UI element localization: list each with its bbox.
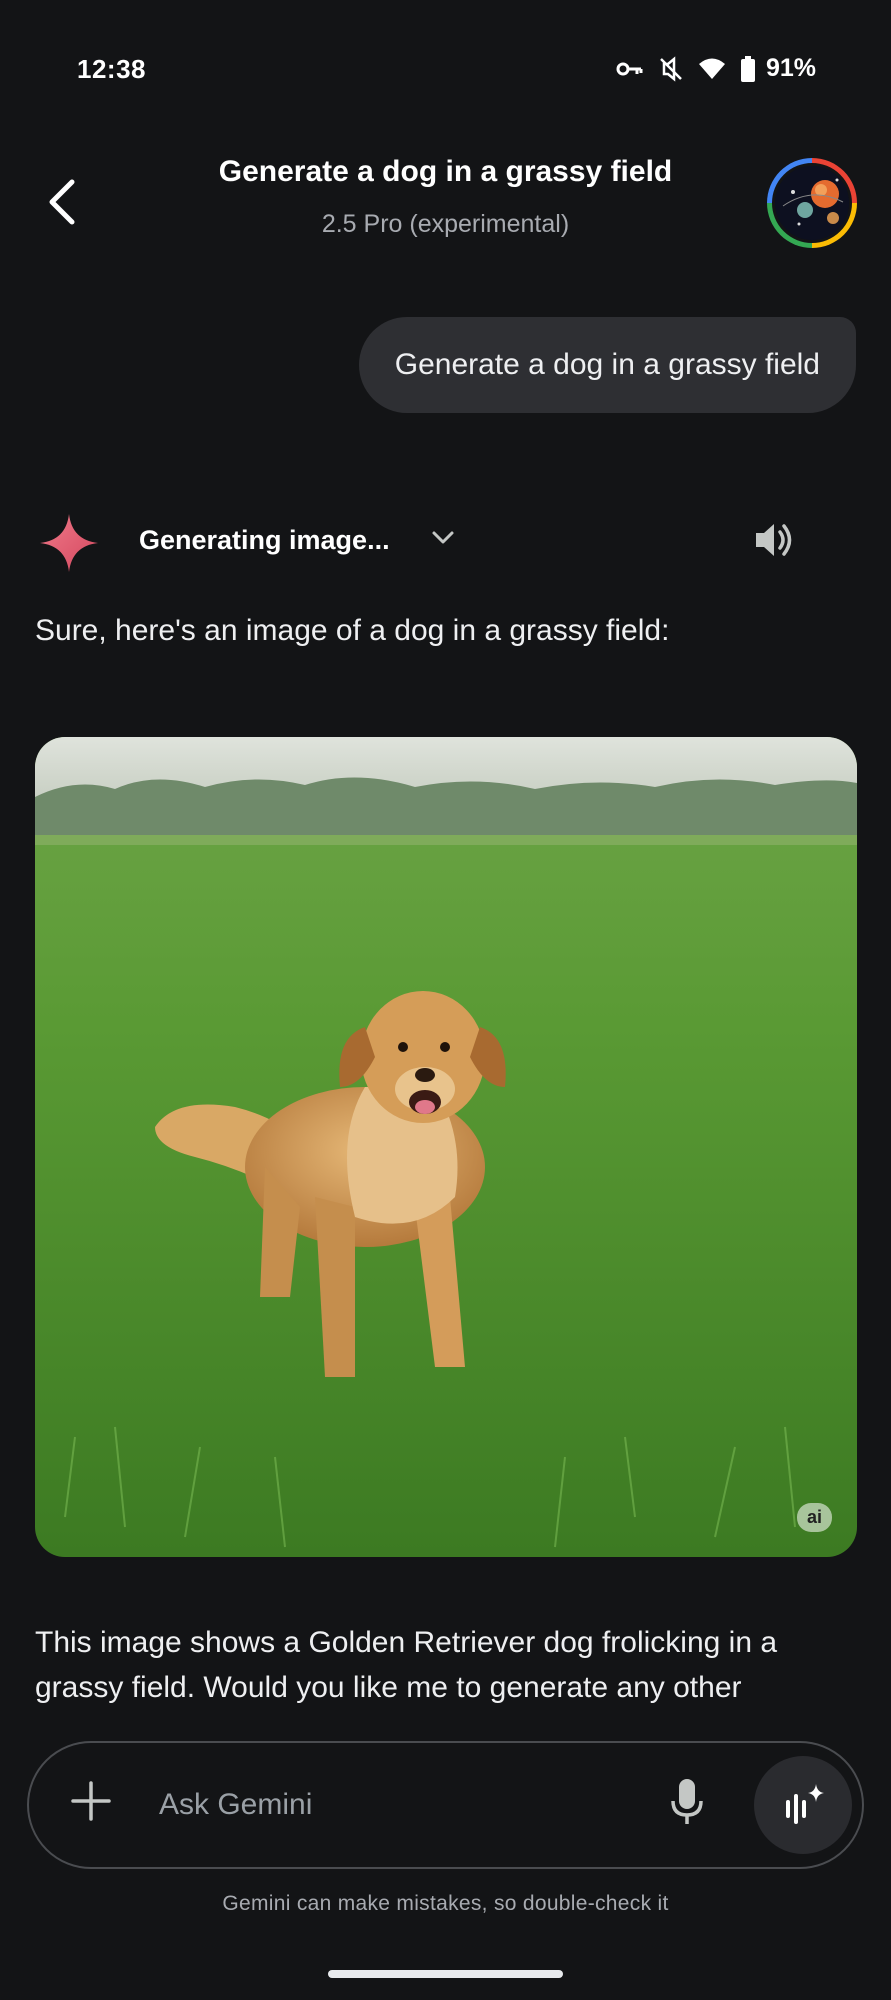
live-waveform-icon [786, 1784, 824, 1824]
mute-icon [660, 55, 682, 82]
back-button[interactable] [36, 170, 88, 234]
microphone-icon[interactable] [669, 1777, 705, 1827]
status-time: 12:38 [77, 54, 146, 84]
conversation-title: Generate a dog in a grassy field [218, 155, 673, 188]
battery-icon [740, 55, 755, 82]
ask-gemini-input[interactable] [157, 1773, 637, 1837]
user-message-text: Generate a dog in a grassy field [394, 348, 820, 381]
generated-image[interactable]: ai [35, 737, 857, 1557]
avatar[interactable] [767, 158, 857, 248]
chevron-down-icon[interactable] [430, 528, 456, 548]
prompt-input-bar [27, 1741, 864, 1869]
back-arrow-icon [49, 179, 75, 225]
avatar-image [772, 163, 852, 243]
disclaimer-text: Gemini can make mistakes, so double-chec… [222, 1892, 669, 1915]
user-message-bubble[interactable]: Generate a dog in a grassy field [358, 317, 856, 413]
response-intro-text: Sure, here's an image of a dog in a gras… [35, 614, 670, 647]
generating-status: Generating image... [139, 525, 390, 555]
wifi-icon [698, 58, 725, 79]
add-icon[interactable] [69, 1779, 113, 1823]
response-body-text: This image shows a Golden Retriever dog … [35, 1626, 778, 1704]
model-name[interactable]: 2.5 Pro (experimental) [150, 210, 741, 239]
battery-percent: 91% [765, 54, 816, 82]
speaker-icon[interactable] [752, 518, 796, 562]
status-icons: 91% [616, 54, 816, 83]
live-button[interactable] [754, 1756, 852, 1854]
vpn-key-icon [616, 62, 643, 75]
home-indicator[interactable] [328, 1970, 563, 1978]
gemini-spark-icon [40, 514, 98, 572]
status-bar: 12:38 91% [0, 0, 891, 140]
ai-watermark-badge: ai [796, 1503, 832, 1532]
